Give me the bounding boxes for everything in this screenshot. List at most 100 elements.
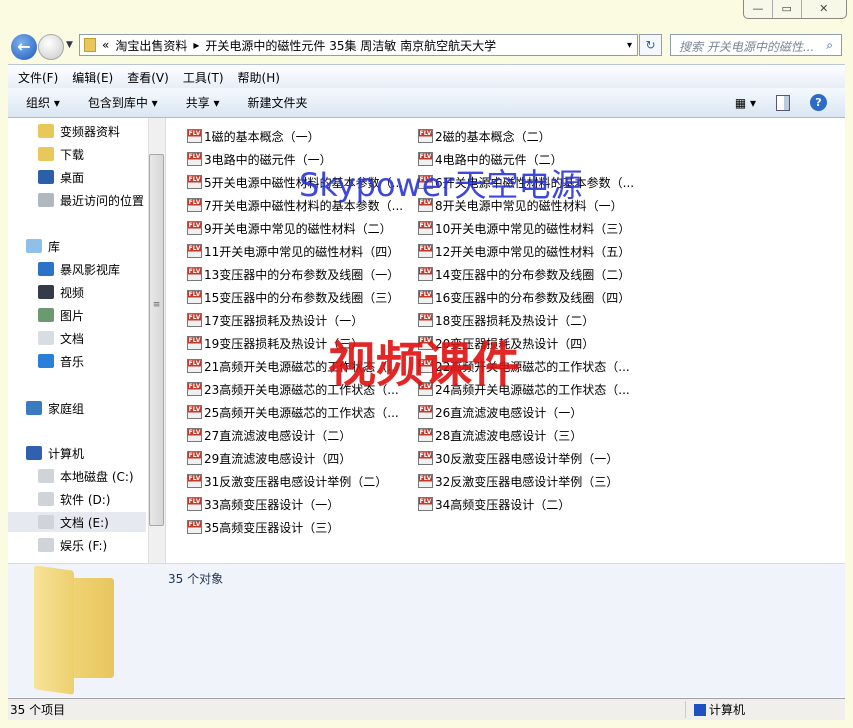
file-name: 28直流滤波电感设计（三） <box>435 428 583 443</box>
menu-view[interactable]: 查看(V) <box>127 69 169 85</box>
nav-item[interactable]: 最近访问的位置 <box>38 190 144 210</box>
file-name: 26直流滤波电感设计（一） <box>435 405 583 420</box>
file-name: 10开关电源中常见的磁性材料（三） <box>435 221 631 236</box>
flv-file-icon: FLV <box>418 221 433 235</box>
search-placeholder: 搜索 开关电源中的磁性... <box>679 40 815 54</box>
address-dropdown-icon[interactable]: ▾ <box>627 40 632 51</box>
file-item[interactable]: FLV 27直流滤波电感设计（二） <box>187 426 351 444</box>
nav-item[interactable]: 音乐 <box>38 351 84 371</box>
recent-places-icon <box>38 193 54 207</box>
nav-item-label: 暴风影视库 <box>60 262 121 277</box>
flv-file-icon: FLV <box>187 198 202 212</box>
share-button[interactable]: 共享 ▾ <box>186 94 220 111</box>
breadcrumb-overflow[interactable]: « <box>102 38 109 52</box>
menu-file[interactable]: 文件(F) <box>18 69 58 85</box>
file-name: 14变压器中的分布参数及线圈（二） <box>435 267 631 282</box>
file-item[interactable]: FLV 10开关电源中常见的磁性材料（三） <box>418 219 630 237</box>
file-item[interactable]: FLV 30反激变压器电感设计举例（一） <box>418 449 618 467</box>
file-item[interactable]: FLV 1磁的基本概念（一） <box>187 127 320 145</box>
folder-icon <box>38 124 54 138</box>
nav-item-label: 最近访问的位置 <box>60 193 145 208</box>
view-options-button[interactable]: ▦ ▾ <box>735 96 756 110</box>
watermark-video-courseware: 视频课件 <box>328 337 521 393</box>
details-pane <box>8 563 845 697</box>
back-button[interactable]: ← <box>11 34 37 60</box>
nav-item-label: 软件 (D:) <box>60 492 111 507</box>
flv-file-icon: FLV <box>187 267 202 281</box>
nav-item[interactable]: 娱乐 (F:) <box>38 535 107 555</box>
library-folder-icon <box>26 239 42 253</box>
maximize-button[interactable]: ▭ <box>773 0 802 18</box>
file-item[interactable]: FLV 16变压器中的分布参数及线圈（四） <box>418 288 630 306</box>
menu-help[interactable]: 帮助(H) <box>238 69 280 85</box>
nav-item[interactable]: 变频器资料 <box>38 121 120 141</box>
file-name: 31反激变压器电感设计举例（二） <box>204 474 388 489</box>
new-folder-button[interactable]: 新建文件夹 <box>248 94 308 111</box>
file-item[interactable]: FLV 2磁的基本概念（二） <box>418 127 551 145</box>
flv-file-icon: FLV <box>418 428 433 442</box>
include-in-library-button[interactable]: 包含到库中 ▾ <box>88 94 158 111</box>
file-name: 30反激变压器电感设计举例（一） <box>435 451 619 466</box>
breadcrumb-item[interactable]: 开关电源中的磁性元件 35集 周洁敏 南京航空航天大学 <box>205 37 496 54</box>
search-icon[interactable]: ⌕ <box>826 38 833 52</box>
nav-item-label: 文档 <box>60 331 85 346</box>
nav-item[interactable]: 下载 <box>38 144 84 164</box>
organize-button[interactable]: 组织 ▾ <box>26 94 60 111</box>
flv-file-icon: FLV <box>418 267 433 281</box>
file-item[interactable]: FLV 29直流滤波电感设计（四） <box>187 449 351 467</box>
nav-item[interactable]: 图片 <box>38 305 84 325</box>
file-name: 11开关电源中常见的磁性材料（四） <box>204 244 400 259</box>
forward-button[interactable] <box>38 34 64 60</box>
flv-file-icon: FLV <box>418 497 433 511</box>
file-item[interactable]: FLV 32反激变压器电感设计举例（三） <box>418 472 618 490</box>
file-item[interactable]: FLV 15变压器中的分布参数及线圈（三） <box>187 288 399 306</box>
file-name: 1磁的基本概念（一） <box>204 129 320 144</box>
flv-file-icon: FLV <box>187 244 202 258</box>
nav-item[interactable]: 计算机 <box>26 443 84 463</box>
file-name: 34高频变压器设计（二） <box>435 497 571 512</box>
nav-item[interactable]: 暴风影视库 <box>38 259 120 279</box>
file-item[interactable]: FLV 25高频开关电源磁芯的工作状态（... <box>187 403 399 421</box>
file-item[interactable]: FLV 31反激变压器电感设计举例（二） <box>187 472 387 490</box>
nav-item[interactable]: 文档 (E:) <box>8 512 146 532</box>
menu-edit[interactable]: 编辑(E) <box>72 69 113 85</box>
minimize-button[interactable]: — <box>744 0 773 18</box>
file-item[interactable]: FLV 26直流滤波电感设计（一） <box>418 403 582 421</box>
nav-item[interactable]: 本地磁盘 (C:) <box>38 466 134 486</box>
address-bar[interactable]: « 淘宝出售资料 ▸ 开关电源中的磁性元件 35集 周洁敏 南京航空航天大学 ▾ <box>79 34 638 56</box>
close-button[interactable]: ✕ <box>802 0 846 18</box>
nav-item[interactable]: 视频 <box>38 282 84 302</box>
flv-file-icon: FLV <box>187 382 202 396</box>
breadcrumb-separator[interactable]: ▸ <box>193 38 199 52</box>
file-item[interactable]: FLV 28直流滤波电感设计（三） <box>418 426 582 444</box>
navigation-pane: 变频器资料下载桌面最近访问的位置库暴风影视库视频图片文档音乐家庭组计算机本地磁盘… <box>8 118 166 563</box>
file-name: 12开关电源中常见的磁性材料（五） <box>435 244 631 259</box>
file-item[interactable]: FLV 35高频变压器设计（三） <box>187 518 339 536</box>
nav-item[interactable]: 文档 <box>38 328 84 348</box>
file-item[interactable]: FLV 11开关电源中常见的磁性材料（四） <box>187 242 399 260</box>
file-item[interactable]: FLV 13变压器中的分布参数及线圈（一） <box>187 265 399 283</box>
nav-item[interactable]: 软件 (D:) <box>38 489 110 509</box>
command-bar: 组织 ▾ 包含到库中 ▾ 共享 ▾ 新建文件夹 ▦ ▾ ? <box>8 88 845 118</box>
flv-file-icon: FLV <box>187 474 202 488</box>
refresh-button[interactable]: ↻ <box>639 34 662 56</box>
file-name: 9开关电源中常见的磁性材料（二） <box>204 221 392 236</box>
file-item[interactable]: FLV 33高频变压器设计（一） <box>187 495 339 513</box>
file-item[interactable]: FLV 9开关电源中常见的磁性材料（二） <box>187 219 392 237</box>
file-item[interactable]: FLV 12开关电源中常见的磁性材料（五） <box>418 242 630 260</box>
file-name: 35高频变压器设计（三） <box>204 520 340 535</box>
status-location-label: 计算机 <box>708 703 745 717</box>
file-item[interactable]: FLV 14变压器中的分布参数及线圈（二） <box>418 265 630 283</box>
nav-item[interactable]: 桌面 <box>38 167 84 187</box>
breadcrumb-item[interactable]: 淘宝出售资料 <box>115 37 187 54</box>
menu-tools[interactable]: 工具(T) <box>183 69 224 85</box>
help-icon[interactable]: ? <box>810 94 827 111</box>
file-item[interactable]: FLV 34高频变压器设计（二） <box>418 495 570 513</box>
nav-item[interactable]: 家庭组 <box>26 398 84 418</box>
history-dropdown-icon[interactable]: ▼ <box>66 40 73 50</box>
preview-pane-icon[interactable] <box>776 94 790 111</box>
search-input[interactable]: 搜索 开关电源中的磁性... ⌕ <box>670 34 842 56</box>
nav-item[interactable]: 库 <box>26 236 60 256</box>
nav-scrollbar-thumb[interactable]: ≡ <box>149 154 164 526</box>
flv-file-icon: FLV <box>187 290 202 304</box>
